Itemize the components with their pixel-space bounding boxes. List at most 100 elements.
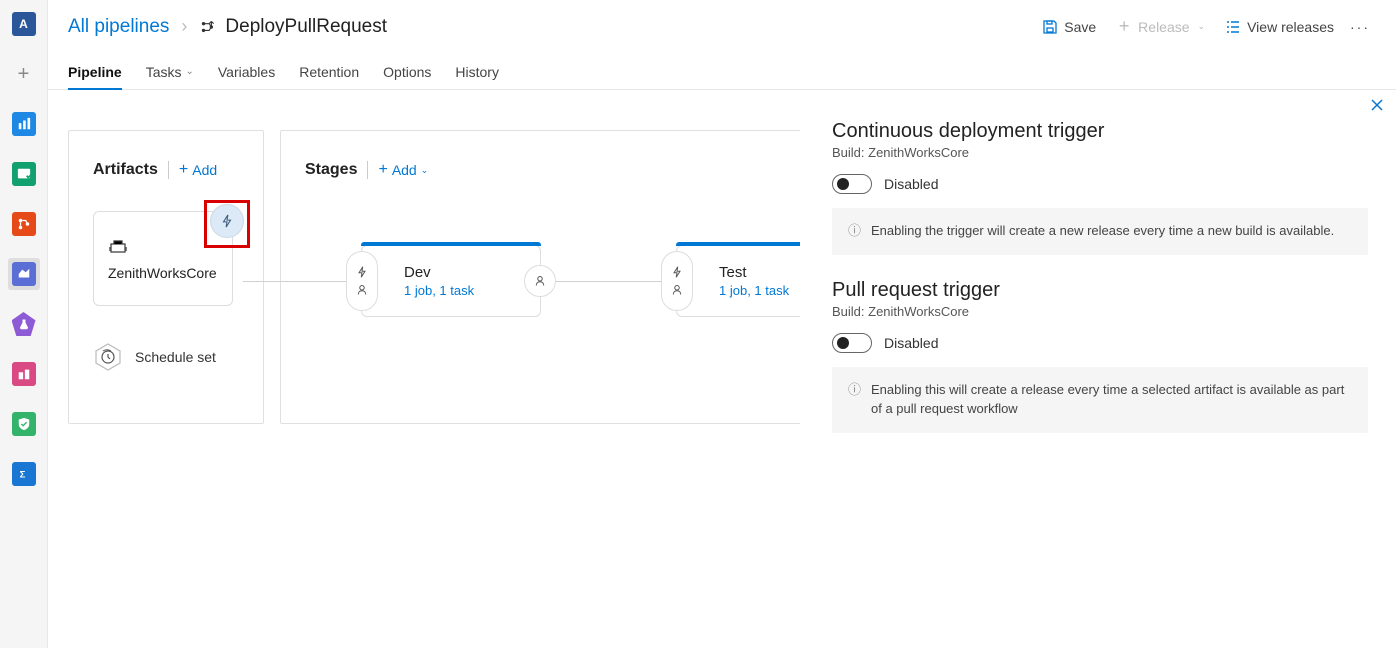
testplans-icon <box>12 312 36 336</box>
tabs-bar: Pipeline Tasks⌄ Variables Retention Opti… <box>48 54 1396 90</box>
plus-icon: + <box>1116 19 1132 35</box>
left-nav-rail: A + Σ <box>0 0 48 648</box>
breadcrumb-title-text: DeployPullRequest <box>225 16 387 38</box>
add-artifact-label: Add <box>192 162 217 178</box>
tab-tasks[interactable]: Tasks⌄ <box>146 54 194 89</box>
boards-icon <box>12 162 36 186</box>
build-source-icon <box>108 238 218 259</box>
cd-trigger-toggle[interactable] <box>832 174 872 194</box>
breadcrumb-root[interactable]: All pipelines <box>68 16 169 38</box>
artifacts-title: Artifacts <box>93 161 158 179</box>
stages-panel: Stages + Add ⌄ Dev <box>280 130 830 424</box>
tab-options[interactable]: Options <box>383 54 431 89</box>
nav-testplans[interactable] <box>8 308 40 340</box>
tab-variables[interactable]: Variables <box>218 54 275 89</box>
tab-options-label: Options <box>383 64 431 80</box>
main-area: All pipelines › DeployPullRequest Save +… <box>48 0 1396 648</box>
tab-variables-label: Variables <box>218 64 275 80</box>
save-button[interactable]: Save <box>1032 15 1106 39</box>
analytics-icon: Σ <box>12 462 36 486</box>
nav-compliance[interactable] <box>8 408 40 440</box>
release-button[interactable]: + Release ⌄ <box>1106 15 1215 39</box>
cd-trigger-state: Disabled <box>884 176 938 192</box>
account-badge: A <box>12 12 36 36</box>
nav-pipelines[interactable] <box>8 258 40 290</box>
chevron-down-icon: ⌄ <box>421 165 429 176</box>
header-bar: All pipelines › DeployPullRequest Save +… <box>48 0 1396 54</box>
schedule-label: Schedule set <box>135 349 216 365</box>
trigger-flyout-panel: Continuous deployment trigger Build: Zen… <box>800 90 1396 648</box>
chevron-down-icon: ⌄ <box>1198 21 1206 32</box>
list-icon <box>1225 19 1241 35</box>
stage-name: Dev <box>404 264 530 281</box>
cd-trigger-info: ⓘ Enabling the trigger will create a new… <box>832 208 1368 255</box>
pr-trigger-info-text: Enabling this will create a release ever… <box>871 381 1352 419</box>
view-releases-label: View releases <box>1247 19 1334 35</box>
info-icon: ⓘ <box>848 222 861 241</box>
info-icon: ⓘ <box>848 381 861 419</box>
cd-trigger-info-text: Enabling the trigger will create a new r… <box>871 222 1334 241</box>
plus-icon: + <box>18 64 30 84</box>
pr-trigger-toggle[interactable] <box>832 333 872 353</box>
add-artifact-button[interactable]: + Add <box>179 161 217 179</box>
pre-deploy-conditions[interactable] <box>346 251 378 311</box>
stage-jobs-link[interactable]: 1 job, 1 task <box>404 283 530 298</box>
save-icon <box>1042 19 1058 35</box>
pre-deploy-conditions[interactable] <box>661 251 693 311</box>
nav-repos[interactable] <box>8 208 40 240</box>
release-def-icon <box>199 18 217 36</box>
account-switcher[interactable]: A <box>8 8 40 40</box>
lightning-icon <box>220 214 234 228</box>
cd-trigger-subtext: Build: ZenithWorksCore <box>832 145 1368 160</box>
more-button[interactable]: ··· <box>1344 15 1376 39</box>
schedule-hex-icon <box>93 342 123 372</box>
post-deploy-conditions[interactable] <box>524 265 556 297</box>
release-label: Release <box>1138 19 1189 35</box>
schedule-button[interactable]: Schedule set <box>93 342 243 372</box>
nav-artifacts[interactable] <box>8 358 40 390</box>
new-item[interactable]: + <box>8 58 40 90</box>
person-icon <box>355 283 369 297</box>
view-releases-button[interactable]: View releases <box>1215 15 1344 39</box>
pr-trigger-state: Disabled <box>884 335 938 351</box>
person-icon <box>670 283 684 297</box>
nav-boards[interactable] <box>8 158 40 190</box>
svg-text:Σ: Σ <box>19 470 25 481</box>
pr-trigger-subtext: Build: ZenithWorksCore <box>832 304 1368 319</box>
chevron-down-icon: ⌄ <box>185 66 193 77</box>
tab-history[interactable]: History <box>455 54 499 89</box>
cd-trigger-button[interactable] <box>210 204 244 238</box>
breadcrumb-current: DeployPullRequest <box>199 16 387 38</box>
nav-overview[interactable] <box>8 108 40 140</box>
tab-pipeline[interactable]: Pipeline <box>68 54 122 89</box>
pr-trigger-info: ⓘ Enabling this will create a release ev… <box>832 367 1368 433</box>
tab-retention-label: Retention <box>299 64 359 80</box>
artifacts-icon <box>12 362 36 386</box>
connector-line <box>243 281 351 282</box>
pr-trigger-heading: Pull request trigger <box>832 279 1368 302</box>
artifacts-panel: Artifacts + Add ZenithWorksCore <box>68 130 264 424</box>
stage-card-dev[interactable]: Dev 1 job, 1 task <box>361 245 541 317</box>
tab-history-label: History <box>455 64 499 80</box>
shield-icon <box>12 412 36 436</box>
ellipsis-icon: ··· <box>1350 19 1370 35</box>
save-label: Save <box>1064 19 1096 35</box>
lightning-icon <box>355 265 369 279</box>
artifact-name: ZenithWorksCore <box>108 265 218 281</box>
add-stage-button[interactable]: + Add ⌄ <box>378 161 428 179</box>
repos-icon <box>12 212 36 236</box>
lightning-icon <box>670 265 684 279</box>
tab-retention[interactable]: Retention <box>299 54 359 89</box>
close-flyout-button[interactable] <box>1370 98 1384 117</box>
plus-icon: + <box>378 161 387 179</box>
artifact-card[interactable]: ZenithWorksCore <box>93 211 233 306</box>
stages-title: Stages <box>305 161 357 179</box>
add-stage-label: Add <box>392 162 417 178</box>
connector-line <box>541 281 671 282</box>
person-icon <box>533 274 547 288</box>
overview-icon <box>12 112 36 136</box>
pipelines-icon <box>12 262 36 286</box>
nav-analytics[interactable]: Σ <box>8 458 40 490</box>
cd-trigger-heading: Continuous deployment trigger <box>832 120 1368 143</box>
plus-icon: + <box>179 161 188 179</box>
